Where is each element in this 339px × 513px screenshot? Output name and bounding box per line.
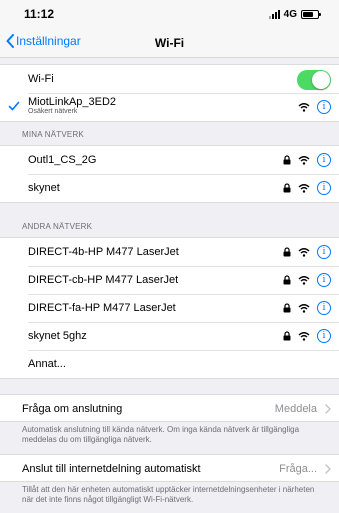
my-networks-header: MINA NÄTVERK	[22, 130, 84, 139]
ask-to-join-row[interactable]: Fråga om anslutning Meddela	[0, 394, 339, 422]
info-icon[interactable]: i	[317, 100, 331, 114]
wifi-icon	[298, 276, 310, 285]
wifi-toggle-row: Wi-Fi	[0, 65, 339, 93]
info-icon[interactable]: i	[317, 329, 331, 343]
info-icon[interactable]: i	[317, 153, 331, 167]
status-bar: 11:12 4G	[0, 0, 339, 30]
network-row[interactable]: skynet i	[0, 174, 339, 202]
wifi-icon	[298, 156, 310, 165]
network-row[interactable]: Outl1_CS_2G i	[0, 146, 339, 174]
network-name: DIRECT-fa-HP M477 LaserJet	[28, 302, 176, 314]
auto-hotspot-row[interactable]: Anslut till internetdelning automatiskt …	[0, 454, 339, 482]
wifi-icon	[298, 304, 310, 313]
my-networks-list: Outl1_CS_2G i skynet i	[0, 145, 339, 203]
other-network-label: Annat...	[28, 358, 66, 370]
connected-network-row[interactable]: MiotLinkAp_3ED2 Osäkert nätverk i	[0, 93, 339, 121]
wifi-toggle-label: Wi-Fi	[28, 73, 54, 85]
ask-to-join-label: Fråga om anslutning	[22, 403, 123, 415]
other-network-row[interactable]: Annat...	[0, 350, 339, 378]
network-row[interactable]: DIRECT-cb-HP M477 LaserJet i	[0, 266, 339, 294]
lock-icon	[283, 155, 291, 165]
network-name: skynet	[28, 182, 60, 194]
other-networks-list: DIRECT-4b-HP M477 LaserJet i DIRECT-cb-H…	[0, 237, 339, 379]
wifi-icon	[298, 103, 310, 112]
network-name: skynet 5ghz	[28, 330, 87, 342]
status-indicators: 4G	[268, 9, 321, 20]
page-title: Wi-Fi	[154, 36, 185, 50]
info-icon[interactable]: i	[317, 181, 331, 195]
checkmark-icon	[8, 101, 20, 111]
network-type: 4G	[283, 9, 297, 20]
network-name: DIRECT-cb-HP M477 LaserJet	[28, 274, 179, 286]
ask-to-join-footer: Automatisk anslutning till kända nätverk…	[22, 425, 300, 444]
cellular-signal-icon	[268, 10, 280, 19]
ask-to-join-value: Meddela	[274, 403, 317, 415]
navigation-bar: Inställningar Wi-Fi	[0, 30, 339, 58]
info-icon[interactable]: i	[317, 301, 331, 315]
other-networks-header: ANDRA NÄTVERK	[22, 222, 93, 231]
auto-hotspot-footer: Tillåt att den här enheten automatiskt u…	[22, 485, 315, 504]
connected-network-name: MiotLinkAp_3ED2	[28, 96, 117, 108]
lock-icon	[283, 247, 291, 257]
lock-icon	[283, 183, 291, 193]
wifi-icon	[298, 184, 310, 193]
info-icon[interactable]: i	[317, 245, 331, 259]
info-icon[interactable]: i	[317, 273, 331, 287]
auto-hotspot-value: Fråga...	[279, 463, 317, 475]
network-row[interactable]: DIRECT-fa-HP M477 LaserJet i	[0, 294, 339, 322]
network-row[interactable]: DIRECT-4b-HP M477 LaserJet i	[0, 238, 339, 266]
auto-hotspot-label: Anslut till internetdelning automatiskt	[22, 463, 201, 475]
lock-icon	[283, 331, 291, 341]
connected-network-subtitle: Osäkert nätverk	[28, 108, 78, 115]
chevron-right-icon	[325, 464, 331, 474]
network-name: DIRECT-4b-HP M477 LaserJet	[28, 246, 179, 258]
network-name: Outl1_CS_2G	[28, 154, 97, 166]
status-time: 11:12	[24, 7, 55, 21]
wifi-main-group: Wi-Fi MiotLinkAp_3ED2 Osäkert nätverk i	[0, 64, 339, 122]
chevron-right-icon	[325, 404, 331, 414]
lock-icon	[283, 275, 291, 285]
wifi-icon	[298, 248, 310, 257]
wifi-toggle-switch[interactable]	[297, 70, 331, 90]
network-row[interactable]: skynet 5ghz i	[0, 322, 339, 350]
wifi-icon	[298, 332, 310, 341]
lock-icon	[283, 303, 291, 313]
battery-icon	[301, 10, 321, 19]
